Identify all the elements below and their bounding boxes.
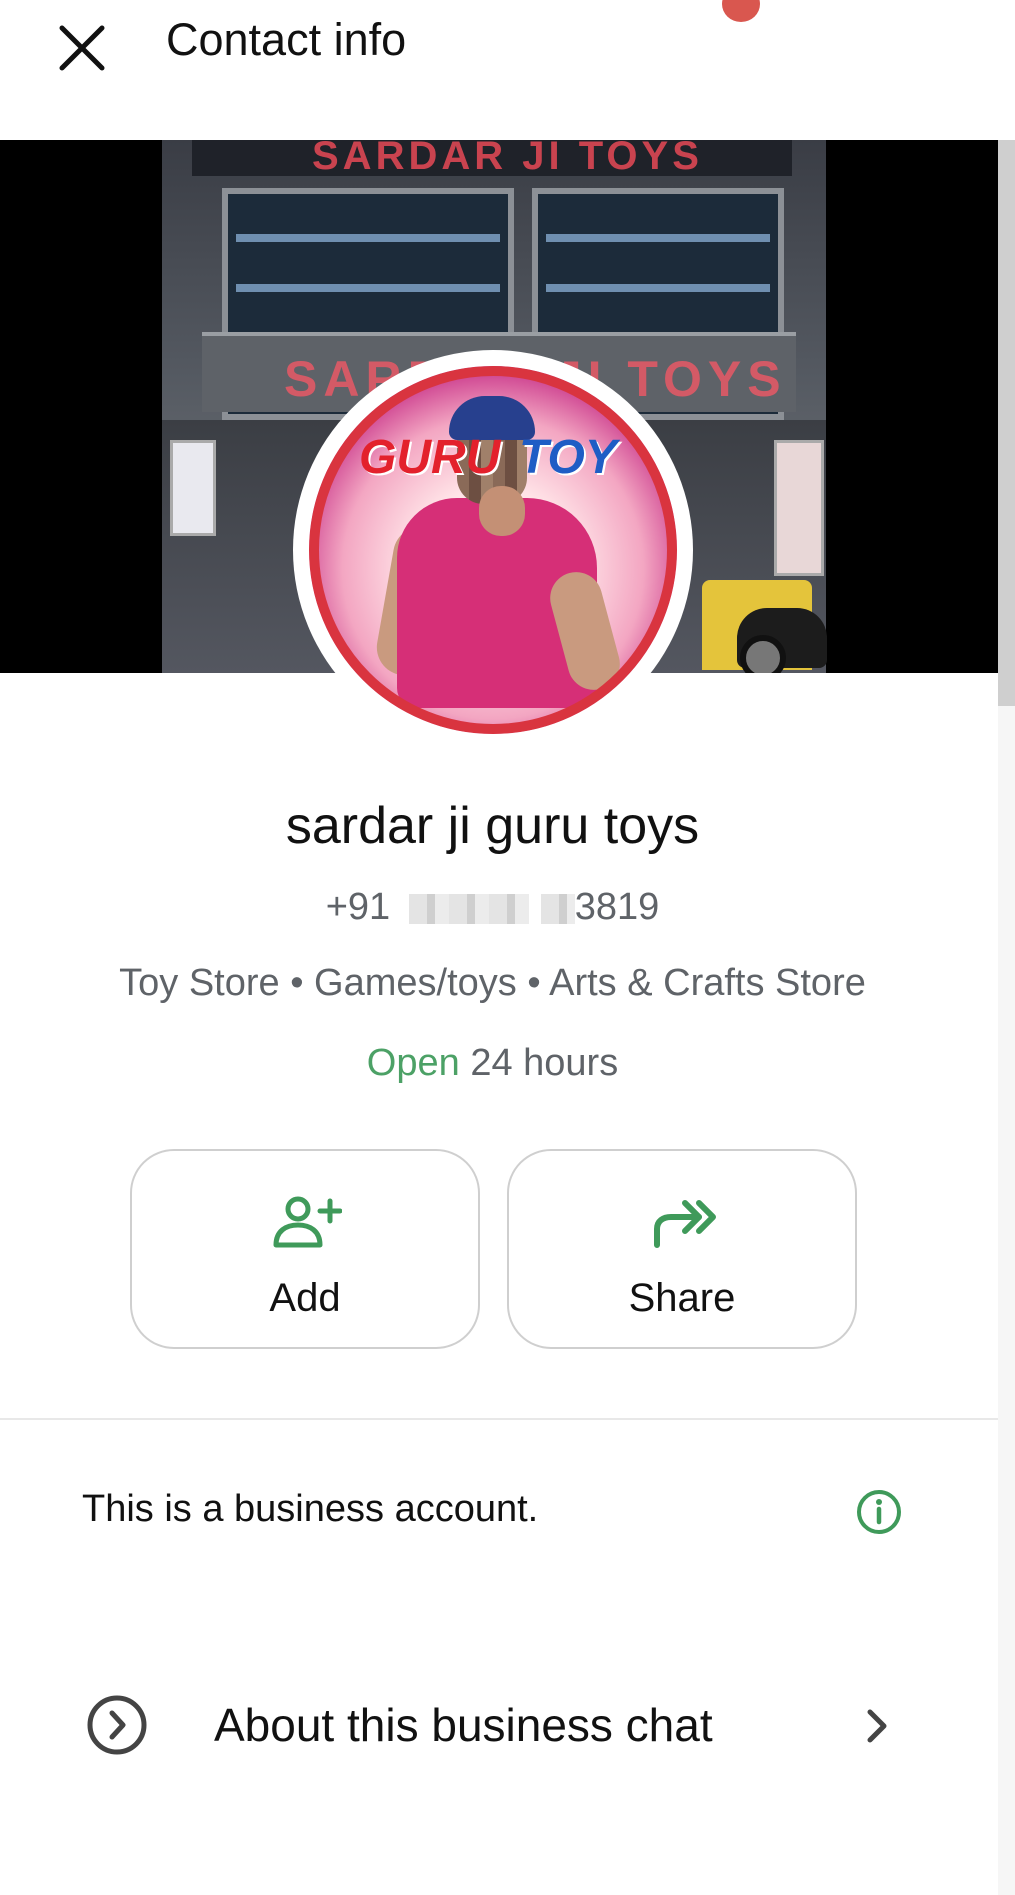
add-person-icon xyxy=(273,1196,342,1248)
business-account-notice: This is a business account. xyxy=(82,1488,539,1530)
store-sign-top: SARDAR JI TOYS xyxy=(192,140,792,178)
open-status: Open xyxy=(366,1042,460,1084)
business-hours: Open 24 hours xyxy=(0,1042,985,1085)
phone-redacted xyxy=(540,893,575,924)
phone-prefix: +91 xyxy=(325,886,391,928)
info-icon xyxy=(857,1490,901,1534)
avatar-image: GURU TOY xyxy=(309,366,677,734)
share-contact-button[interactable]: Share xyxy=(507,1149,857,1349)
hours-label: 24 hours xyxy=(470,1042,619,1084)
divider xyxy=(0,1418,998,1420)
poster xyxy=(170,440,216,536)
store-sign-top-text: SARDAR JI TOYS xyxy=(312,140,703,178)
info-button[interactable] xyxy=(855,1488,903,1536)
scrollbar[interactable] xyxy=(998,140,1015,1895)
about-business-chat-label: About this business chat xyxy=(214,1699,713,1751)
poster xyxy=(774,440,824,576)
profile-avatar[interactable]: GURU TOY xyxy=(293,350,693,750)
avatar-ring xyxy=(309,366,677,734)
scrollbar-thumb[interactable] xyxy=(998,140,1015,706)
notification-dot xyxy=(722,0,760,22)
share-button-label: Share xyxy=(628,1276,736,1320)
phone-redacted xyxy=(408,893,529,924)
close-button[interactable] xyxy=(52,18,112,78)
add-contact-button[interactable]: Add xyxy=(130,1149,480,1349)
close-icon xyxy=(59,25,105,71)
app-header: Contact info xyxy=(0,0,1015,140)
about-business-chat-row[interactable]: About this business chat xyxy=(0,1670,998,1780)
phone-suffix: 3819 xyxy=(574,886,660,928)
chevron-circle-icon xyxy=(87,1695,147,1755)
contact-name: sardar ji guru toys xyxy=(285,797,700,855)
business-categories: Toy Store • Games/toys • Arts & Crafts S… xyxy=(119,962,866,1004)
contact-phone: +91 3819 xyxy=(0,886,985,929)
chevron-right-icon xyxy=(867,1709,887,1743)
share-forward-icon xyxy=(654,1200,716,1248)
add-button-label: Add xyxy=(269,1276,341,1320)
page-title: Contact info xyxy=(166,14,407,65)
motorcycle-wheel xyxy=(740,635,786,673)
